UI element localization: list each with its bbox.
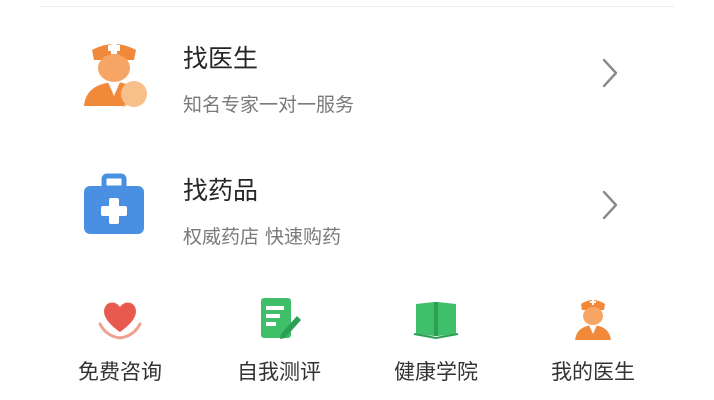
- find-medicine-subtitle: 权威药店 快速购药: [183, 226, 342, 248]
- top-divider: [40, 6, 674, 7]
- find-doctor-title: 找医生: [183, 44, 259, 73]
- edit-document-icon: [261, 298, 301, 339]
- find-doctor-subtitle: 知名专家一对一服务: [183, 94, 355, 116]
- medical-kit-icon: [84, 173, 144, 234]
- find-medicine-row[interactable]: 找药品 权威药店 快速购药: [0, 156, 714, 272]
- quick-links-grid: 免费咨询 自我测评 健康学院 我的医生: [0, 284, 714, 394]
- self-assessment-link[interactable]: 自我测评: [204, 284, 354, 394]
- find-doctor-row[interactable]: 找医生 知名专家一对一服务: [0, 24, 714, 140]
- free-consult-label: 免费咨询: [78, 360, 162, 384]
- free-consult-link[interactable]: 免费咨询: [45, 284, 195, 394]
- my-doctor-link[interactable]: 我的医生: [518, 284, 668, 394]
- find-medicine-title: 找药品: [183, 176, 259, 205]
- open-book-icon: [413, 302, 459, 340]
- heart-hands-icon: [98, 302, 142, 340]
- chevron-right-icon: [602, 190, 618, 220]
- health-academy-label: 健康学院: [394, 360, 478, 384]
- self-assessment-label: 自我测评: [237, 360, 321, 384]
- my-doctor-label: 我的医生: [551, 360, 635, 384]
- chevron-right-icon: [602, 58, 618, 88]
- health-academy-link[interactable]: 健康学院: [361, 284, 511, 394]
- nurse-icon: [575, 299, 611, 340]
- doctor-consult-icon: [84, 42, 147, 108]
